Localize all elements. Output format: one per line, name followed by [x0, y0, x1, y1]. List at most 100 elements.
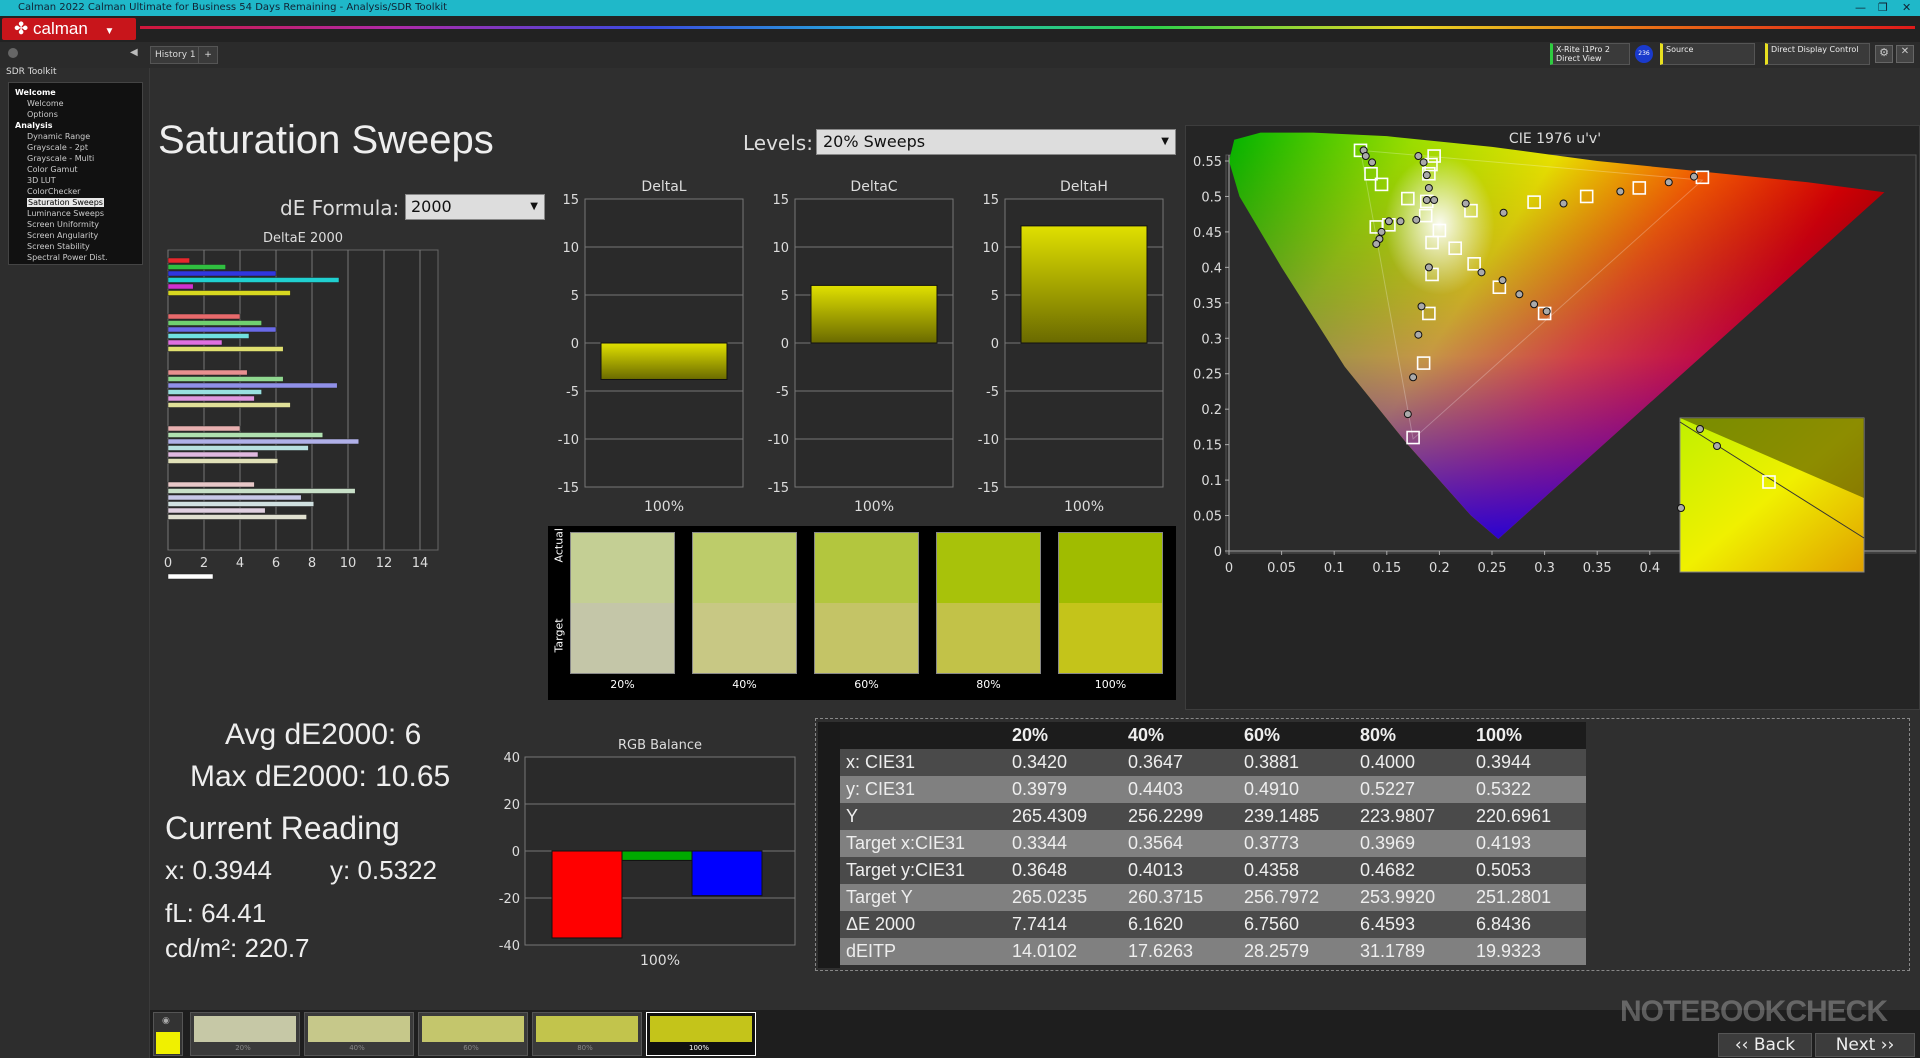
table-cell: 260.3715: [1122, 884, 1238, 911]
measured-point: [1430, 196, 1439, 204]
meter-name: X-Rite i1Pro 2: [1556, 45, 1610, 54]
sidebar-item-dynamic-range[interactable]: Dynamic Range: [11, 131, 140, 142]
display-selector[interactable]: Direct Display Control: [1765, 43, 1870, 65]
table-cell: 6.8436: [1470, 911, 1586, 938]
table-cell: 0.3773: [1238, 830, 1354, 857]
sidebar-item-colorchecker[interactable]: ColorChecker: [11, 186, 140, 197]
swatch-label: 100%: [688, 1044, 709, 1052]
bottom-swatch-80%[interactable]: 80%: [532, 1012, 642, 1056]
close-button[interactable]: ✕: [1902, 0, 1911, 16]
table-row: Target Y 265.0235 260.3715 256.7972 253.9920…: [840, 884, 1586, 911]
current-cdm2: cd/m²: 220.7: [165, 933, 310, 963]
source-selector[interactable]: Source: [1660, 43, 1755, 65]
table-cell: 0.3564: [1122, 830, 1238, 857]
avg-de: Avg dE2000: 6: [225, 718, 422, 751]
x-label: 100%: [1064, 499, 1104, 515]
sidebar-item-3d-lut[interactable]: 3D LUT: [11, 175, 140, 186]
chart-title: DeltaH: [1060, 179, 1108, 195]
chevron-down-icon: ▼: [104, 26, 115, 37]
meter-badge[interactable]: 236: [1635, 45, 1653, 63]
table-cell: 0.3420: [1006, 749, 1122, 776]
table-cell: 17.6263: [1122, 938, 1238, 965]
table-cell: 28.2579: [1238, 938, 1354, 965]
y-tick-label: 0.55: [1193, 155, 1222, 170]
y-tick-label: 0: [512, 845, 520, 860]
y-tick-label: -15: [768, 481, 789, 496]
measured-point: [1403, 410, 1412, 419]
sidebar-item-welcome[interactable]: Welcome: [11, 98, 140, 109]
next-arrow-icon: ››: [1875, 1035, 1895, 1055]
sidebar-item-welcome[interactable]: Welcome: [11, 87, 140, 98]
rgb-balance-chart: RGB Balance 40 20 0 -20 -40 100%: [499, 738, 796, 969]
sidebar-item-screen-stability[interactable]: Screen Stability: [11, 241, 140, 252]
actual-color: [815, 533, 918, 603]
sidebar-item-screen-uniformity[interactable]: Screen Uniformity: [11, 219, 140, 230]
chart-title: DeltaL: [641, 179, 686, 195]
table-header-cell: 80%: [1354, 722, 1470, 749]
x-tick-label: 10: [340, 556, 357, 571]
levels-dropdown[interactable]: 20% Sweeps ▼: [816, 129, 1176, 155]
calman-logo-icon: ✤: [14, 19, 29, 38]
x-tick-label: 0.15: [1372, 561, 1401, 576]
deltah-chart: DeltaH 15 10 5 0 -5 -10 -15 100%: [978, 179, 1164, 515]
meter-mode: Direct View: [1556, 54, 1602, 63]
table-cell: dEITP: [840, 938, 1006, 965]
add-tab-button[interactable]: +: [198, 46, 218, 64]
measured-point: [1377, 227, 1386, 236]
source-label: Source: [1666, 45, 1694, 54]
table-cell: 0.5053: [1470, 857, 1586, 884]
sidebar-item-label: Analysis: [15, 121, 53, 130]
x-tick-label: 0.1: [1324, 561, 1345, 576]
levels-value: 20% Sweeps: [823, 132, 926, 151]
sidebar-item-grayscale-2pt[interactable]: Grayscale - 2pt: [11, 142, 140, 153]
table-header-cell: [840, 722, 1006, 749]
settings-gear-icon[interactable]: ⚙: [1875, 45, 1893, 63]
sidebar-item-grayscale-multi[interactable]: Grayscale - Multi: [11, 153, 140, 164]
bar: [167, 369, 248, 376]
next-button[interactable]: Next ››: [1815, 1033, 1915, 1057]
next-label: Next: [1835, 1035, 1876, 1055]
bottom-swatch-100%[interactable]: 100%: [646, 1012, 756, 1056]
sidebar-item-spectral-power-dist-[interactable]: Spectral Power Dist.: [11, 252, 140, 263]
bar: [167, 376, 284, 382]
y-tick-label: -5: [776, 385, 789, 400]
bar-b: [691, 850, 763, 897]
table-cell: 0.3344: [1006, 830, 1122, 857]
sidebar-item-label: Screen Uniformity: [27, 220, 99, 229]
sidebar-item-screen-angularity[interactable]: Screen Angularity: [11, 230, 140, 241]
x-label: 100%: [640, 953, 680, 969]
maximize-button[interactable]: ❐: [1878, 0, 1888, 16]
swatch-80%: [936, 532, 1041, 674]
swatch-color: [422, 1016, 524, 1042]
back-button[interactable]: ‹‹ Back: [1718, 1033, 1812, 1057]
table-header-cell: 100%: [1470, 722, 1586, 749]
sidebar-item-luminance-sweeps[interactable]: Luminance Sweeps: [11, 208, 140, 219]
table-cell: 0.3648: [1006, 857, 1122, 884]
y-tick-label: 0: [1214, 545, 1222, 560]
x-tick-label: 6: [272, 556, 280, 571]
close-icon[interactable]: ✕: [1896, 45, 1914, 63]
x-tick-label: 2: [200, 556, 208, 571]
sidebar-item-options[interactable]: Options: [11, 109, 140, 120]
chart-title: CIE 1976 u'v': [1509, 131, 1601, 147]
calman-logo-menu[interactable]: ✤ calman ▼: [2, 18, 136, 40]
de-formula-dropdown[interactable]: 2000 ▼: [405, 194, 545, 220]
meter-selector[interactable]: X-Rite i1Pro 2 Direct View: [1550, 43, 1630, 65]
bottom-swatch-20%[interactable]: 20%: [190, 1012, 300, 1056]
pin-icon[interactable]: [8, 48, 18, 58]
sidebar-item-analysis[interactable]: Analysis: [11, 120, 140, 131]
table-cell: x: CIE31: [840, 749, 1006, 776]
back-label: Back: [1753, 1035, 1796, 1055]
bottom-swatch-40%[interactable]: 40%: [304, 1012, 414, 1056]
minimize-button[interactable]: —: [1855, 0, 1866, 16]
bar: [167, 438, 360, 445]
bottom-swatch-60%[interactable]: 60%: [418, 1012, 528, 1056]
y-tick-label: 0.1: [1201, 474, 1222, 489]
swatch-60%: [814, 532, 919, 674]
measured-point: [1542, 307, 1551, 316]
collapse-arrow-icon[interactable]: ◀: [130, 47, 138, 58]
tab-history-1[interactable]: History 1: [150, 46, 201, 64]
sidebar-item-color-gamut[interactable]: Color Gamut: [11, 164, 140, 175]
bar-g: [621, 850, 693, 861]
sidebar-item-saturation-sweeps[interactable]: Saturation Sweeps: [11, 197, 140, 208]
